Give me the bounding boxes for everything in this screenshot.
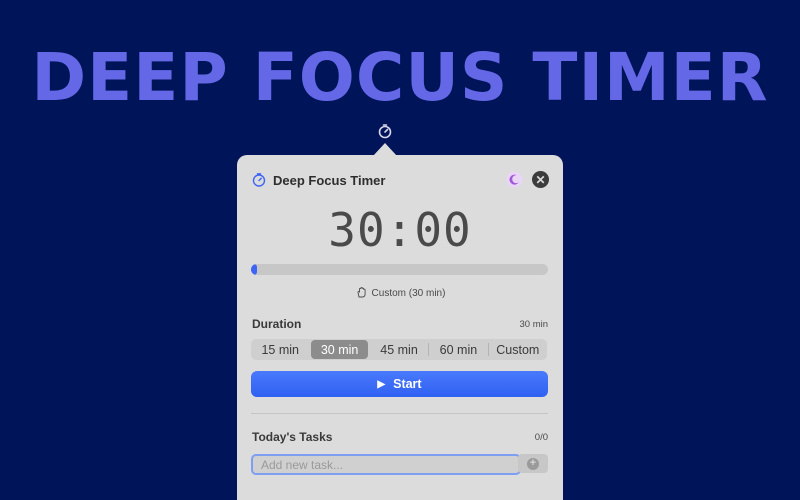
segment-divider — [487, 343, 489, 356]
hand-icon — [355, 286, 368, 299]
duration-selector: 15 min 30 min 45 min 60 min Custom — [251, 339, 547, 360]
play-icon: ▶ — [377, 378, 386, 390]
timer-icon — [251, 172, 267, 188]
progress-bar — [251, 264, 548, 275]
add-task-button[interactable]: + — [518, 454, 548, 473]
duration-label: Duration — [252, 317, 302, 331]
start-button-label: Start — [393, 377, 422, 391]
start-button[interactable]: ▶ Start — [251, 371, 548, 397]
hero-title: DEEP FOCUS TIMER — [31, 39, 769, 116]
segment-divider — [428, 343, 430, 356]
new-task-input[interactable] — [251, 454, 521, 475]
close-icon: ✕ — [535, 172, 546, 187]
duration-value: 30 min — [519, 319, 548, 330]
progress-fill — [251, 264, 257, 275]
plus-icon: + — [527, 457, 539, 470]
close-button[interactable]: ✕ — [532, 171, 549, 188]
timer-display: 30:00 — [328, 203, 472, 257]
duration-option-15-min[interactable]: 15 min — [252, 340, 308, 359]
popover-title: Deep Focus Timer — [273, 173, 386, 188]
duration-option-60-min[interactable]: 60 min — [430, 340, 486, 359]
duration-option-45-min[interactable]: 45 min — [371, 340, 427, 359]
timer-popover: Deep Focus Timer ✕ 30:00 Custom (30 min)… — [237, 155, 563, 500]
timer-mode: Custom (30 min) — [237, 286, 563, 299]
tasks-count: 0/0 — [534, 432, 548, 443]
timer-mode-label: Custom (30 min) — [371, 288, 446, 299]
duration-option-custom[interactable]: Custom — [490, 340, 546, 359]
moon-icon — [506, 171, 523, 188]
menubar-timer-icon[interactable] — [377, 123, 393, 139]
popover-header: Deep Focus Timer ✕ — [251, 171, 549, 191]
section-divider — [251, 413, 548, 414]
tasks-label: Today's Tasks — [252, 430, 333, 444]
theme-toggle-button[interactable] — [506, 171, 523, 188]
duration-option-30-min[interactable]: 30 min — [311, 340, 368, 359]
